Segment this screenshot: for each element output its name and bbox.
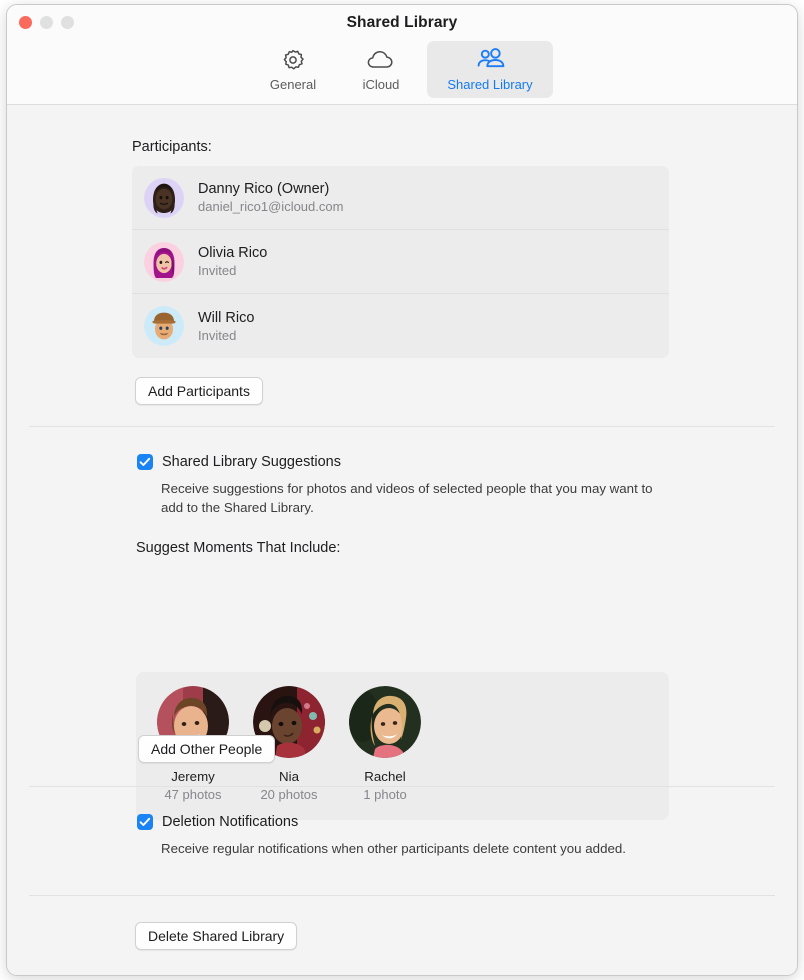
- participant-row[interactable]: Will Rico Invited: [132, 294, 669, 358]
- people-icon: [473, 46, 507, 74]
- tab-general[interactable]: General: [251, 41, 335, 98]
- window-chrome: Shared Library General iCloud Shared Lib…: [7, 5, 797, 105]
- shared-library-suggestions-checkbox[interactable]: [137, 454, 153, 470]
- divider: [29, 895, 775, 896]
- window-title: Shared Library: [346, 14, 458, 31]
- gear-icon: [280, 46, 306, 74]
- preferences-content: Participants: Danny Rico (Owner) daniel_…: [7, 105, 797, 975]
- participants-label: Participants:: [132, 139, 212, 155]
- person-photo: [349, 686, 421, 758]
- person-photo-count: 20 photos: [260, 787, 318, 802]
- person-name: Jeremy: [171, 769, 215, 784]
- participant-name: Will Rico: [198, 309, 255, 326]
- cloud-icon: [366, 46, 396, 74]
- avatar: [144, 177, 184, 218]
- suggested-person[interactable]: Rachel 1 photo: [344, 686, 426, 802]
- divider: [29, 786, 775, 787]
- participant-name: Danny Rico (Owner): [198, 181, 330, 197]
- suggest-moments-label: Suggest Moments That Include:: [136, 540, 341, 556]
- tab-icloud-label: iCloud: [362, 77, 400, 92]
- tab-shared-library[interactable]: Shared Library: [427, 41, 553, 98]
- participant-meta: daniel_rico1@icloud.com: [198, 199, 344, 214]
- shared-library-suggestions-description: Receive suggestions for photos and video…: [161, 481, 653, 515]
- deletion-notifications-row[interactable]: Deletion Notifications: [137, 813, 298, 831]
- tab-general-label: General: [269, 77, 317, 92]
- avatar: [144, 306, 184, 346]
- add-participants-button[interactable]: Add Participants: [135, 377, 263, 405]
- participant-row[interactable]: Olivia Rico Invited: [132, 230, 669, 294]
- preferences-window: Shared Library General iCloud Shared Lib…: [6, 4, 798, 976]
- participant-name: Olivia Rico: [198, 245, 268, 261]
- person-photo-count: 47 photos: [164, 787, 222, 802]
- preferences-toolbar: General iCloud Shared Library: [7, 41, 797, 98]
- participant-meta: Invited: [198, 263, 237, 278]
- deletion-notifications-description: Receive regular notifications when other…: [161, 841, 626, 856]
- participant-meta: Invited: [198, 327, 237, 343]
- delete-shared-library-button[interactable]: Delete Shared Library: [135, 922, 298, 950]
- tab-shared-library-label: Shared Library: [447, 77, 533, 92]
- person-name: Nia: [279, 769, 299, 784]
- deletion-notifications-label: Deletion Notifications: [162, 814, 299, 830]
- deletion-notifications-checkbox[interactable]: [137, 814, 153, 830]
- shared-library-suggestions-label: Shared Library Suggestions: [162, 454, 341, 470]
- participants-list: Danny Rico (Owner) daniel_rico1@icloud.c…: [132, 166, 669, 358]
- divider: [29, 426, 775, 427]
- person-name: Rachel: [364, 769, 406, 784]
- tab-icloud[interactable]: iCloud: [339, 41, 423, 98]
- person-photo-count: 1 photo: [363, 787, 407, 802]
- shared-library-suggestions-row[interactable]: Shared Library Suggestions: [137, 453, 341, 471]
- avatar: [144, 241, 184, 282]
- add-other-people-button[interactable]: Add Other People: [138, 735, 276, 763]
- participant-row[interactable]: Danny Rico (Owner) daniel_rico1@icloud.c…: [132, 166, 669, 230]
